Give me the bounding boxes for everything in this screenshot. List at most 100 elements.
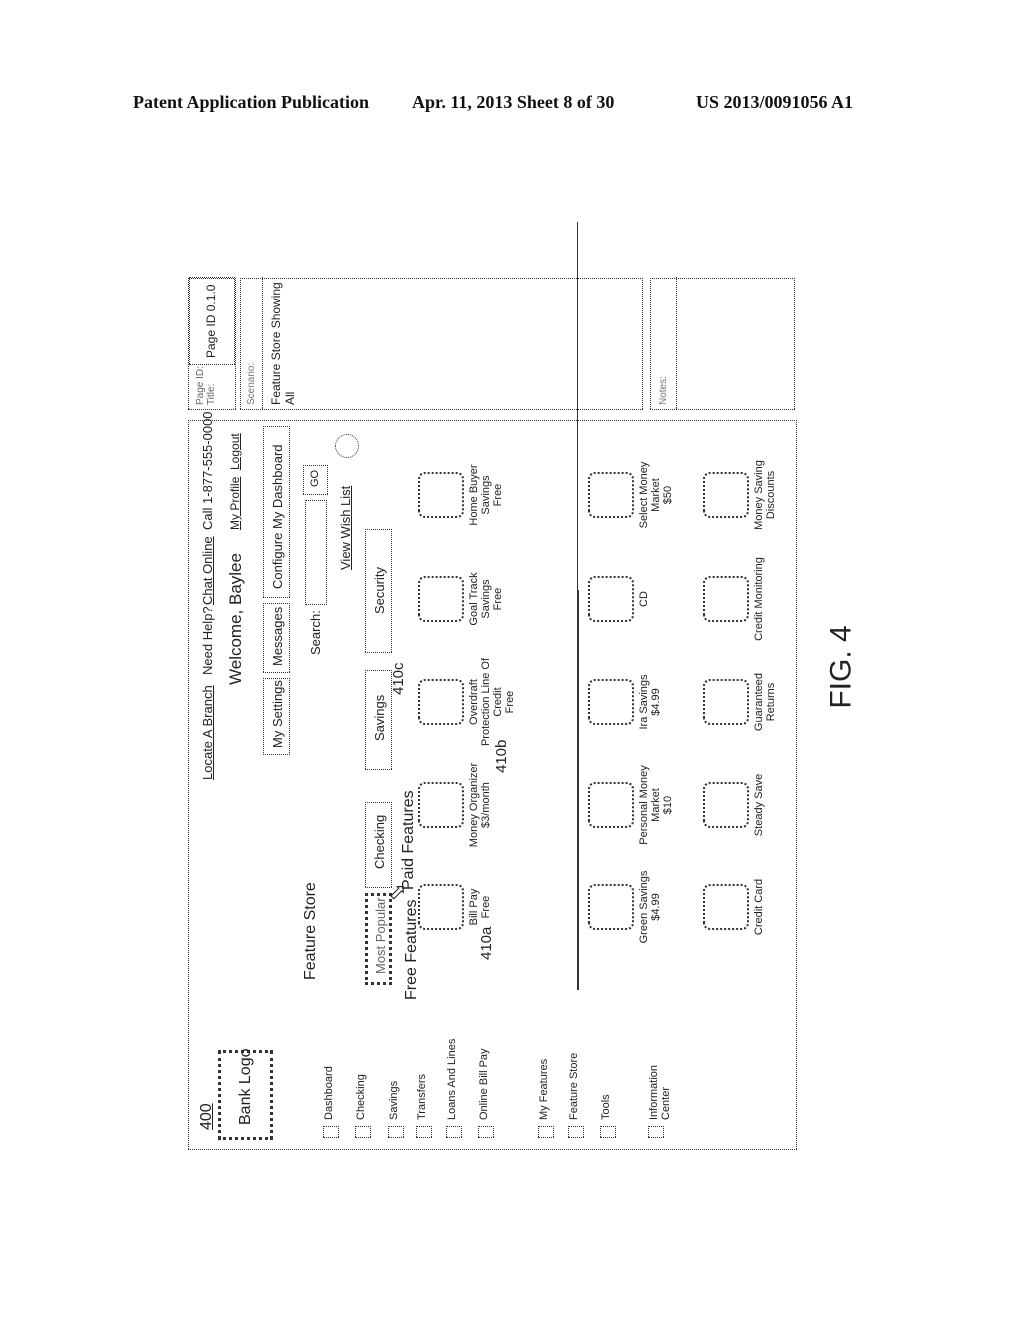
feature-tile-icon[interactable] bbox=[588, 472, 634, 518]
sidebar-checkbox[interactable] bbox=[446, 1126, 462, 1138]
feature-name: Guaranteed Returns bbox=[753, 672, 777, 732]
sidebar-checkbox[interactable] bbox=[600, 1126, 616, 1138]
sidebar-item-label[interactable]: Dashboard bbox=[323, 1030, 335, 1120]
category-most-popular[interactable]: Most Popular bbox=[365, 893, 392, 985]
help-circle-icon[interactable] bbox=[335, 434, 359, 458]
sidebar-checkbox[interactable] bbox=[538, 1126, 554, 1138]
go-button[interactable]: GO bbox=[303, 465, 328, 495]
category-security[interactable]: Security bbox=[365, 529, 392, 653]
locate-branch-link[interactable]: Locate A Branch bbox=[200, 685, 215, 780]
sidebar-item-label[interactable]: Transfers bbox=[416, 1030, 428, 1120]
sidebar-item-label[interactable]: Information Center bbox=[648, 1030, 672, 1120]
feature-caption[interactable]: Steady Save bbox=[753, 760, 765, 850]
reference-number-410a: 410a bbox=[478, 926, 495, 960]
notes-label-row: Notes: bbox=[651, 277, 677, 409]
feature-caption[interactable]: Money Saving Discounts bbox=[753, 450, 777, 540]
scenario-value: Feature Store Showing All bbox=[269, 282, 297, 405]
my-profile-link[interactable]: My Profile bbox=[228, 477, 242, 530]
need-help-text: Need Help? bbox=[200, 606, 215, 675]
publication-date-sheet: Apr. 11, 2013 Sheet 8 of 30 bbox=[412, 92, 615, 112]
notes-label: Notes: bbox=[658, 376, 669, 405]
feature-tile-icon[interactable] bbox=[418, 884, 464, 930]
category-checking[interactable]: Checking bbox=[365, 802, 392, 888]
feature-tile-icon[interactable] bbox=[588, 576, 634, 622]
figure-label: FIG. 4 bbox=[824, 625, 858, 709]
figure-wireframe: Page ID: Title: Page ID 0.1.0 Scenario: F… bbox=[188, 277, 798, 1150]
sidebar-checkbox[interactable] bbox=[388, 1126, 404, 1138]
scenario-box: Scenario: Feature Store Showing All bbox=[240, 277, 643, 410]
feature-tile-icon[interactable] bbox=[703, 679, 749, 725]
feature-name: Home Buyer Savings bbox=[468, 464, 492, 526]
welcome-text: Welcome, Baylee bbox=[226, 553, 245, 685]
feature-caption[interactable]: Overdraft Protection Line Of Credit Free bbox=[468, 657, 516, 747]
feature-caption[interactable]: CD bbox=[638, 554, 650, 644]
scenario-label-row: Scenario: bbox=[241, 277, 263, 409]
feature-tile-icon[interactable] bbox=[418, 782, 464, 828]
feature-price: $50 bbox=[662, 485, 674, 505]
feature-tile-icon[interactable] bbox=[588, 884, 634, 930]
view-wish-list-link[interactable]: View Wish List bbox=[338, 486, 353, 570]
feature-caption[interactable]: Home Buyer Savings Free bbox=[468, 450, 504, 540]
sidebar-checkbox[interactable] bbox=[355, 1126, 371, 1138]
page-id-box: Page ID: Title: Page ID 0.1.0 bbox=[188, 277, 236, 410]
chat-online-link[interactable]: Chat Online bbox=[200, 536, 215, 605]
feature-price: Free bbox=[492, 483, 504, 507]
feature-tile-icon[interactable] bbox=[703, 576, 749, 622]
feature-name: Steady Save bbox=[753, 773, 765, 837]
feature-caption[interactable]: Credit Card bbox=[753, 862, 765, 952]
feature-name: Personal Money Market bbox=[638, 765, 662, 845]
tab-messages[interactable]: Messages bbox=[263, 603, 290, 673]
feature-name: Money Saving Discounts bbox=[753, 460, 777, 530]
sidebar-checkbox[interactable] bbox=[478, 1126, 494, 1138]
feature-caption[interactable]: Guaranteed Returns bbox=[753, 657, 777, 747]
feature-tile-icon[interactable] bbox=[418, 679, 464, 725]
paid-features-heading: Paid Features bbox=[400, 790, 417, 890]
feature-caption[interactable]: Ira Savings $4.99 bbox=[638, 657, 662, 747]
reference-number-410c: 410c bbox=[390, 662, 407, 695]
sidebar-checkbox[interactable] bbox=[568, 1126, 584, 1138]
reference-number-400: 400 bbox=[198, 1103, 215, 1130]
sidebar-item-label[interactable]: My Features bbox=[538, 1030, 550, 1120]
scenario-label: Scenario: bbox=[246, 362, 257, 405]
feature-name: Select Money Market bbox=[638, 461, 662, 529]
feature-caption[interactable]: Goal Track Savings Free bbox=[468, 554, 504, 644]
feature-tile-icon[interactable] bbox=[418, 576, 464, 622]
feature-tile-icon[interactable] bbox=[703, 884, 749, 930]
call-number-text: Call 1-877-555-0000 bbox=[200, 411, 215, 530]
logout-link[interactable]: Logout bbox=[228, 433, 242, 470]
feature-caption[interactable]: Personal Money Market $10 bbox=[638, 760, 674, 850]
bank-logo: Bank Logo bbox=[218, 1048, 273, 1140]
sidebar-item-label[interactable]: Online Bill Pay bbox=[478, 1030, 490, 1120]
sidebar-item-label[interactable]: Feature Store bbox=[568, 1030, 580, 1120]
feature-caption[interactable]: Credit Monitoring bbox=[753, 554, 765, 644]
tab-my-settings[interactable]: My Settings bbox=[263, 678, 290, 755]
feature-tile-icon[interactable] bbox=[588, 679, 634, 725]
page-id-label: Page ID: Title: bbox=[195, 366, 217, 405]
sidebar-checkbox[interactable] bbox=[323, 1126, 339, 1138]
page-id-value: Page ID 0.1.0 bbox=[204, 284, 218, 358]
category-savings[interactable]: Savings bbox=[365, 670, 392, 770]
tab-configure-dashboard[interactable]: Configure My Dashboard bbox=[263, 426, 290, 598]
sidebar-checkbox[interactable] bbox=[416, 1126, 432, 1138]
feature-tile-icon[interactable] bbox=[703, 472, 749, 518]
feature-price: $10 bbox=[662, 795, 674, 815]
search-label: Search: bbox=[308, 610, 323, 655]
sidebar-item-label[interactable]: Tools bbox=[600, 1030, 612, 1120]
feature-caption[interactable]: Select Money Market $50 bbox=[638, 450, 674, 540]
feature-tile-icon[interactable] bbox=[418, 472, 464, 518]
publication-type: Patent Application Publication bbox=[133, 92, 370, 112]
sidebar-item-label[interactable]: Savings bbox=[388, 1030, 400, 1120]
sidebar-item-label[interactable]: Loans And Lines bbox=[446, 1030, 458, 1120]
page-title: Feature Store bbox=[302, 882, 319, 980]
feature-tile-icon[interactable] bbox=[588, 782, 634, 828]
feature-caption[interactable]: Green Savings $4.99 bbox=[638, 862, 662, 952]
sidebar-checkbox[interactable] bbox=[648, 1126, 664, 1138]
feature-price: $4.99 bbox=[650, 893, 662, 921]
search-input[interactable] bbox=[305, 500, 327, 605]
sidebar-item-label[interactable]: Checking bbox=[355, 1030, 367, 1120]
feature-caption[interactable]: Money Organizer $3/month bbox=[468, 760, 492, 850]
feature-price: Free bbox=[492, 587, 504, 611]
feature-name: Overdraft Protection Line Of Credit bbox=[468, 657, 504, 747]
notes-box: Notes: bbox=[650, 277, 795, 410]
feature-tile-icon[interactable] bbox=[703, 782, 749, 828]
